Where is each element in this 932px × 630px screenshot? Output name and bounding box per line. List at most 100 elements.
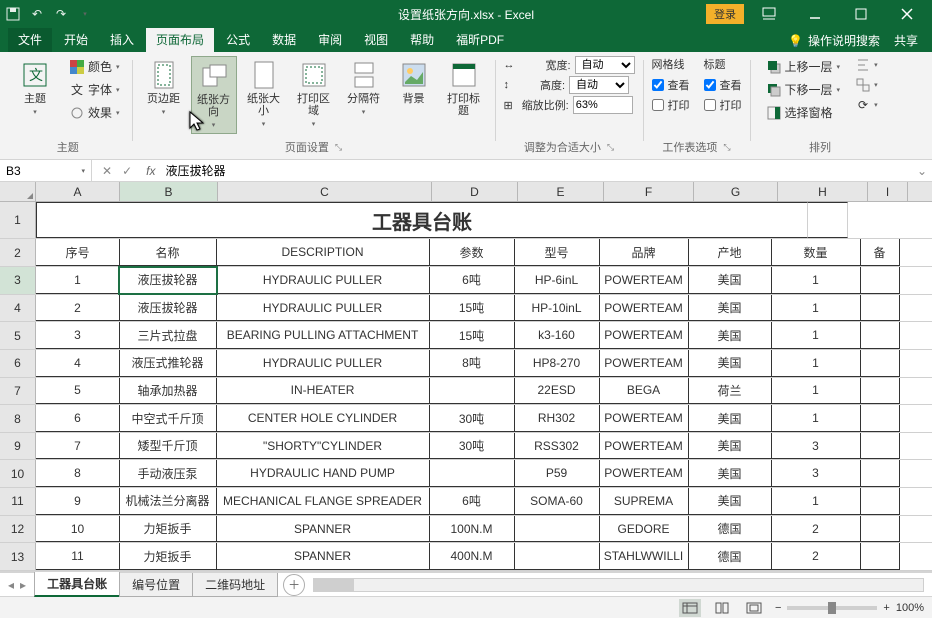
share-button[interactable]: 共享: [894, 32, 918, 49]
width-select[interactable]: 自动: [575, 56, 635, 74]
tab-home[interactable]: 开始: [54, 27, 98, 52]
cell[interactable]: 30吨: [429, 433, 515, 460]
sheet-tab-2[interactable]: 编号位置: [119, 573, 193, 597]
page-setup-launcher[interactable]: ⤡: [335, 142, 342, 153]
cell[interactable]: 美国: [688, 350, 772, 377]
cell[interactable]: 6吨: [429, 488, 515, 515]
tab-foxit[interactable]: 福昕PDF: [446, 27, 514, 52]
cell[interactable]: 1: [771, 405, 861, 432]
cell[interactable]: [860, 488, 900, 515]
row-header[interactable]: 10: [0, 460, 36, 487]
breaks-button[interactable]: 分隔符▾: [341, 56, 387, 120]
close-button[interactable]: [886, 0, 928, 28]
tab-page-layout[interactable]: 页面布局: [146, 27, 214, 52]
cell[interactable]: 手动液压泵: [119, 460, 217, 487]
tab-review[interactable]: 审阅: [308, 27, 352, 52]
undo-icon[interactable]: ↶: [28, 5, 46, 23]
col-header-G[interactable]: G: [694, 182, 778, 201]
select-all-corner[interactable]: [0, 182, 36, 201]
tab-formula[interactable]: 公式: [216, 27, 260, 52]
cell[interactable]: [860, 267, 900, 294]
cell[interactable]: SUPREMA: [599, 488, 689, 515]
cell[interactable]: [860, 405, 900, 432]
cell[interactable]: 100N.M: [429, 516, 515, 543]
tab-insert[interactable]: 插入: [100, 27, 144, 52]
row-header[interactable]: 4: [0, 295, 36, 322]
cell[interactable]: 德国: [688, 516, 772, 543]
cell[interactable]: 品牌: [599, 239, 689, 266]
themes-button[interactable]: 文 主题 ▾: [12, 56, 58, 120]
cell[interactable]: 1: [771, 267, 861, 294]
cell[interactable]: SPANNER: [216, 516, 430, 543]
cell[interactable]: [514, 516, 600, 543]
print-area-button[interactable]: 打印区域▾: [291, 56, 337, 132]
cell[interactable]: CENTER HOLE CYLINDER: [216, 405, 430, 432]
cell[interactable]: [860, 322, 900, 349]
tell-me-search[interactable]: 💡操作说明搜索: [788, 32, 880, 49]
cell[interactable]: 序号: [36, 239, 120, 266]
cell[interactable]: POWERTEAM: [599, 405, 689, 432]
cell[interactable]: GEDORE: [599, 516, 689, 543]
row-header[interactable]: 7: [0, 378, 36, 405]
colors-button[interactable]: 颜色▾: [66, 56, 124, 77]
cell[interactable]: [860, 433, 900, 460]
tab-help[interactable]: 帮助: [400, 27, 444, 52]
cancel-formula-icon[interactable]: ✕: [102, 164, 112, 178]
namebox-dropdown-icon[interactable]: ▾: [81, 167, 85, 175]
row-header[interactable]: 12: [0, 516, 36, 543]
cell[interactable]: POWERTEAM: [599, 350, 689, 377]
minimize-button[interactable]: [794, 0, 836, 28]
align-button[interactable]: ▾: [852, 56, 882, 74]
cell[interactable]: 8: [36, 460, 120, 487]
cell[interactable]: P59: [514, 460, 600, 487]
page-break-view-icon[interactable]: [743, 599, 765, 617]
group-button[interactable]: ▾: [852, 76, 882, 94]
margins-button[interactable]: 页边距▾: [141, 56, 187, 120]
cell[interactable]: 备: [860, 239, 900, 266]
row-header[interactable]: 13: [0, 543, 36, 570]
cell[interactable]: 1: [771, 295, 861, 322]
selection-pane-button[interactable]: 选择窗格: [763, 102, 845, 123]
cell[interactable]: DESCRIPTION: [216, 239, 430, 266]
normal-view-icon[interactable]: [679, 599, 701, 617]
cell[interactable]: RSS302: [514, 433, 600, 460]
cell[interactable]: 液压拔轮器: [119, 295, 217, 322]
cell[interactable]: k3-160: [514, 322, 600, 349]
cell[interactable]: 6: [36, 405, 120, 432]
cell[interactable]: 力矩扳手: [119, 543, 217, 570]
page-layout-view-icon[interactable]: [711, 599, 733, 617]
cell[interactable]: POWERTEAM: [599, 322, 689, 349]
cell[interactable]: 名称: [119, 239, 217, 266]
height-select[interactable]: 自动: [569, 76, 629, 94]
tab-nav-last-icon[interactable]: ▸: [20, 578, 26, 592]
gridlines-print-checkbox[interactable]: 打印: [652, 96, 690, 114]
zoom-slider[interactable]: [787, 606, 877, 610]
headings-view-checkbox[interactable]: 查看: [704, 76, 742, 94]
sheet-tab-1[interactable]: 工器具台账: [34, 572, 120, 597]
name-box-input[interactable]: [6, 164, 66, 178]
cell[interactable]: 1: [771, 488, 861, 515]
cell[interactable]: [429, 460, 515, 487]
scale-input[interactable]: [573, 96, 633, 114]
col-header-E[interactable]: E: [518, 182, 604, 201]
cell[interactable]: HYDRAULIC PULLER: [216, 295, 430, 322]
cell[interactable]: 5: [36, 378, 120, 405]
cell[interactable]: 轴承加热器: [119, 378, 217, 405]
cell[interactable]: [429, 378, 515, 405]
fonts-button[interactable]: 文字体▾: [66, 79, 124, 100]
gridlines-view-checkbox[interactable]: 查看: [652, 76, 690, 94]
cell[interactable]: HP8-270: [514, 350, 600, 377]
cell[interactable]: 美国: [688, 322, 772, 349]
cell[interactable]: [860, 543, 900, 570]
orientation-button[interactable]: 纸张方向▾: [191, 56, 237, 134]
sheet-opts-launcher[interactable]: ⤡: [723, 142, 730, 153]
cell[interactable]: POWERTEAM: [599, 267, 689, 294]
col-header-I[interactable]: I: [868, 182, 908, 201]
scale-launcher[interactable]: ⤡: [607, 142, 614, 153]
tab-file[interactable]: 文件: [8, 27, 52, 52]
redo-icon[interactable]: ↷: [52, 5, 70, 23]
name-box[interactable]: ▾: [0, 160, 92, 181]
tab-data[interactable]: 数据: [262, 27, 306, 52]
cell[interactable]: IN-HEATER: [216, 378, 430, 405]
zoom-out-button[interactable]: −: [775, 602, 781, 614]
